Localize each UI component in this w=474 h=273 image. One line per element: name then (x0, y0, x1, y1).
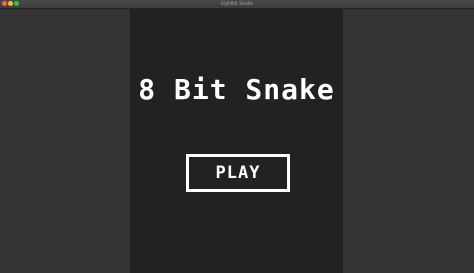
game-title: 8 Bit Snake (138, 73, 335, 106)
window-title: Eightbit Snake (220, 1, 254, 7)
left-margin (0, 9, 130, 273)
game-canvas[interactable]: 8 Bit Snake PLAY (130, 9, 343, 273)
app-window: Eightbit Snake 8 Bit Snake PLAY (0, 0, 474, 273)
right-margin (343, 9, 474, 273)
play-button[interactable]: PLAY (186, 154, 290, 192)
title-bar: Eightbit Snake (0, 0, 474, 9)
